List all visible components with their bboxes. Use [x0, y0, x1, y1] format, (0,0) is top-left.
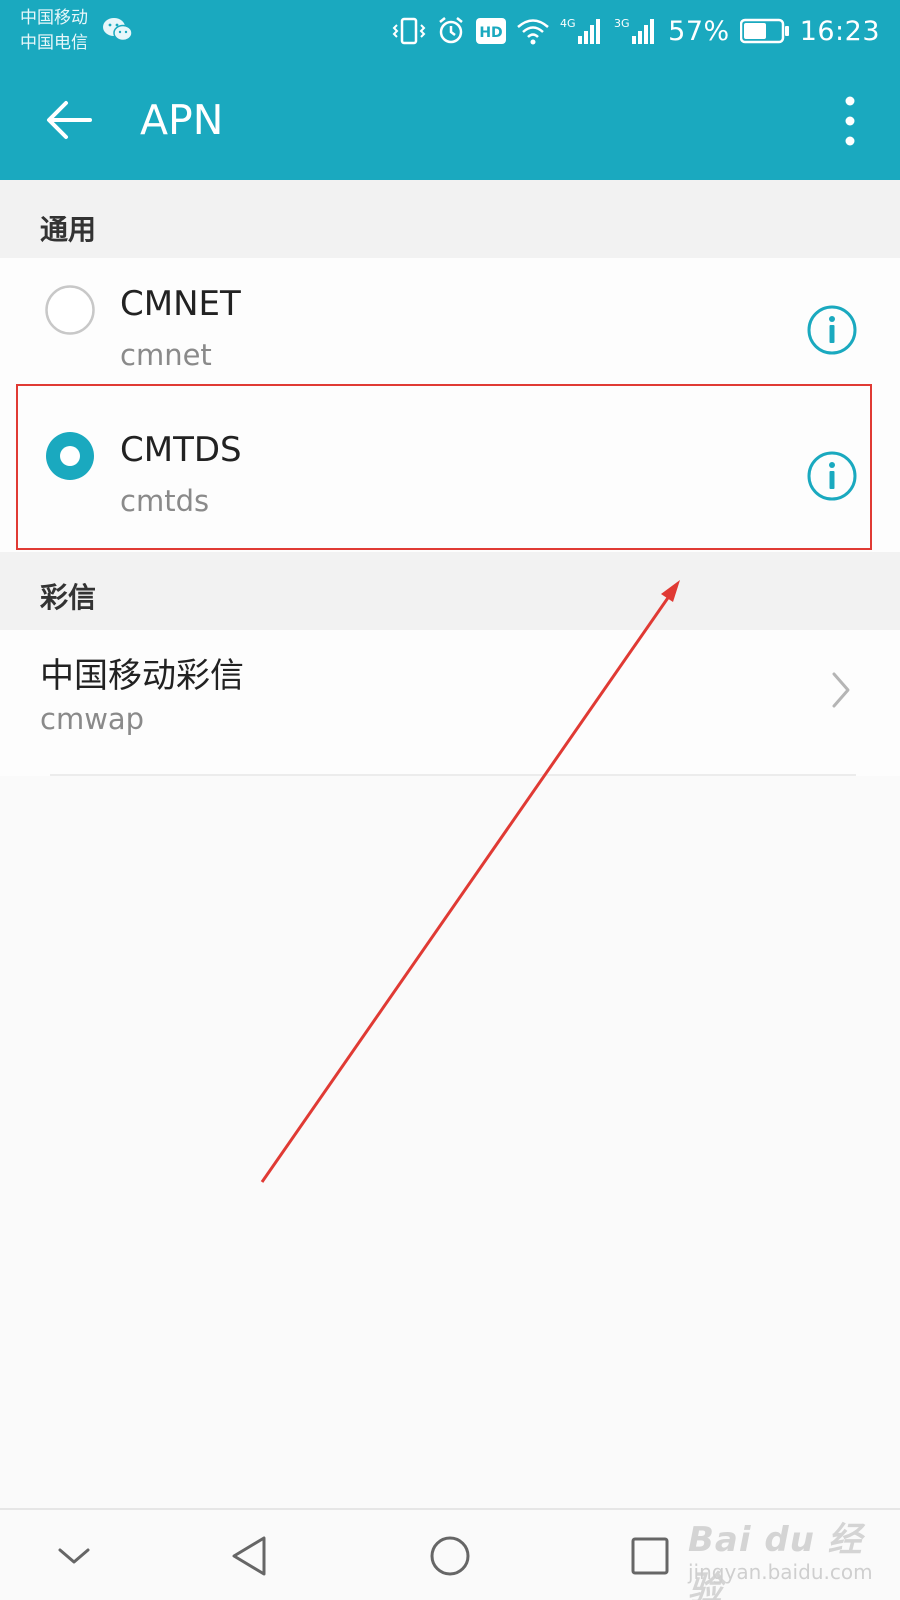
mms-item-china-mobile[interactable]: 中国移动彩信 cmwap [0, 630, 900, 776]
nav-back-icon[interactable] [226, 1530, 278, 1582]
watermark-brand: Bai du 经验 [688, 1520, 863, 1600]
mms-value: cmwap [40, 702, 145, 736]
wifi-icon [517, 19, 549, 45]
back-arrow-icon[interactable] [40, 92, 96, 148]
page-title: APN [140, 96, 224, 144]
chevron-right-icon [832, 672, 850, 708]
watermark-url: jingyan.baidu.com [688, 1560, 873, 1584]
network-type-2: 3G [614, 17, 630, 30]
nav-collapse-icon[interactable] [48, 1530, 100, 1582]
status-icons: HD 4G 3G 57% 16:23 [392, 12, 880, 50]
watermark: Bai du 经验 jingyan.baidu.com [688, 1512, 878, 1600]
battery-icon [739, 18, 789, 44]
vibrate-icon [392, 17, 426, 45]
alarm-icon [439, 17, 463, 44]
clock: 16:23 [799, 15, 880, 47]
battery-percent: 57% [668, 15, 730, 47]
radio-unselected-icon[interactable] [44, 284, 96, 336]
carrier-2: 中国电信 [20, 33, 88, 53]
hd-badge-text: HD [480, 25, 503, 41]
section-header-mms: 彩信 [0, 552, 900, 630]
mms-name: 中国移动彩信 [40, 656, 244, 696]
overflow-menu-icon[interactable] [840, 94, 860, 148]
app-bar: APN [0, 62, 900, 180]
wechat-icon [103, 18, 133, 42]
signal-icon: 3G [614, 17, 655, 44]
annotation-highlight-box [16, 384, 872, 550]
signal-icon: 4G [560, 17, 601, 44]
apn-name: CMNET [120, 284, 241, 324]
screen: 中国移动 中国电信 HD 4G 3G 57% 16:23 APN 通用 CMNE… [0, 0, 900, 1600]
section-header-general: 通用 [0, 180, 900, 258]
apn-item-cmnet[interactable]: CMNET cmnet [0, 258, 900, 404]
section-title: 彩信 [40, 581, 97, 614]
section-title: 通用 [40, 213, 97, 246]
apn-value: cmnet [120, 338, 212, 372]
nav-recent-icon[interactable] [624, 1530, 676, 1582]
divider [50, 774, 856, 776]
status-bar: 中国移动 中国电信 HD 4G 3G 57% 16:23 [0, 0, 900, 62]
carrier-1: 中国移动 [20, 8, 88, 28]
hd-icon: HD [476, 18, 507, 44]
carrier-info: 中国移动 中国电信 [20, 6, 88, 56]
nav-home-icon[interactable] [424, 1530, 476, 1582]
info-icon[interactable] [806, 304, 858, 356]
network-type-1: 4G [560, 17, 576, 30]
